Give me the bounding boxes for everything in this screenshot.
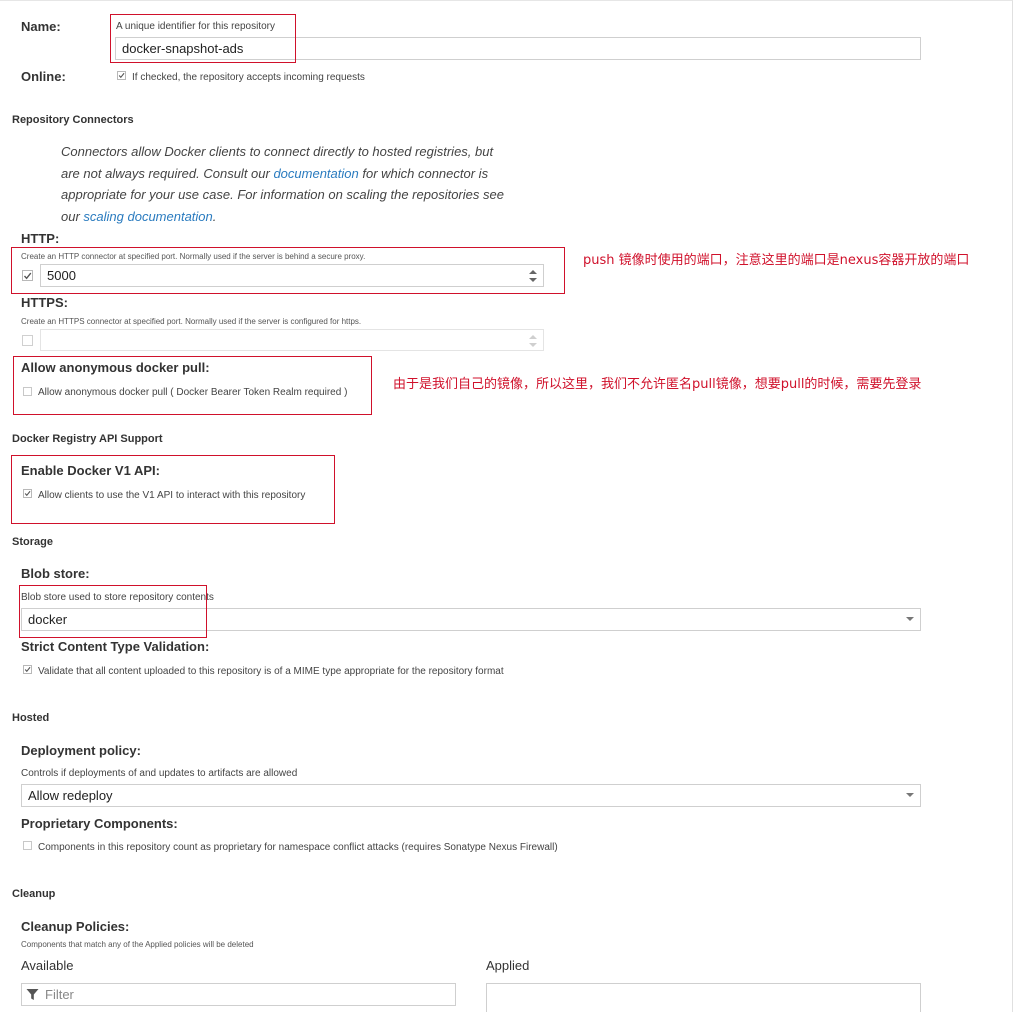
name-label: Name: bbox=[21, 19, 61, 34]
cleanup-section-title: Cleanup bbox=[12, 888, 56, 900]
https-checkbox[interactable] bbox=[22, 335, 33, 346]
cleanup-policies-help: Components that match any of the Applied… bbox=[21, 940, 254, 949]
proprietary-checkbox[interactable] bbox=[23, 841, 32, 850]
deployment-policy-select[interactable]: Allow redeploy bbox=[21, 784, 921, 807]
filter-icon bbox=[26, 989, 39, 1000]
annotation-box-blob bbox=[19, 585, 207, 638]
connectors-intro: Connectors allow Docker clients to conne… bbox=[61, 141, 511, 227]
anon-pull-annotation: 由于是我们自己的镜像，所以这里，我们不允许匿名pull镜像，想要pull的时候，… bbox=[393, 377, 922, 392]
chevron-down-icon bbox=[906, 617, 914, 621]
filter-placeholder: Filter bbox=[45, 987, 74, 1002]
http-annotation: push 镜像时使用的端口，注意这里的端口是nexus容器开放的端口 bbox=[583, 253, 970, 268]
online-label: Online: bbox=[21, 69, 66, 84]
documentation-link[interactable]: documentation bbox=[273, 166, 358, 181]
deployment-policy-value: Allow redeploy bbox=[28, 788, 113, 803]
api-section-title: Docker Registry API Support bbox=[12, 433, 163, 445]
strict-validation-label: Strict Content Type Validation: bbox=[21, 639, 210, 654]
filter-input[interactable]: Filter bbox=[21, 983, 456, 1006]
annotation-box-name bbox=[110, 14, 296, 63]
applied-label: Applied bbox=[486, 958, 530, 973]
check-icon bbox=[24, 666, 31, 673]
https-help: Create an HTTPS connector at specified p… bbox=[21, 317, 362, 326]
annotation-box-v1 bbox=[11, 455, 335, 524]
strict-validation-help: Validate that all content uploaded to th… bbox=[38, 666, 504, 677]
connectors-section-title: Repository Connectors bbox=[12, 114, 134, 126]
http-label: HTTP: bbox=[21, 231, 60, 246]
available-label: Available bbox=[21, 958, 74, 973]
proprietary-help: Components in this repository count as p… bbox=[38, 842, 558, 853]
strict-validation-checkbox[interactable] bbox=[23, 665, 32, 674]
hosted-section-title: Hosted bbox=[12, 712, 50, 724]
intro-text-3: . bbox=[212, 208, 217, 224]
cleanup-policies-label: Cleanup Policies: bbox=[21, 919, 130, 934]
proprietary-label: Proprietary Components: bbox=[21, 816, 178, 831]
deployment-policy-label: Deployment policy: bbox=[21, 743, 141, 758]
chevron-down-icon bbox=[906, 793, 914, 797]
online-checkbox[interactable] bbox=[117, 71, 126, 80]
spinner-arrows-icon[interactable] bbox=[529, 334, 537, 348]
https-label: HTTPS: bbox=[21, 295, 68, 310]
blob-store-label: Blob store: bbox=[21, 566, 90, 581]
online-help: If checked, the repository accepts incom… bbox=[132, 72, 365, 83]
annotation-box-http bbox=[11, 247, 565, 294]
annotation-box-anon bbox=[13, 356, 372, 415]
storage-section-title: Storage bbox=[12, 536, 53, 548]
check-icon bbox=[118, 72, 125, 79]
deployment-policy-help: Controls if deployments of and updates t… bbox=[21, 768, 298, 779]
scaling-documentation-link[interactable]: scaling documentation bbox=[83, 209, 212, 224]
applied-list[interactable] bbox=[486, 983, 921, 1012]
https-port-input[interactable] bbox=[40, 329, 544, 351]
